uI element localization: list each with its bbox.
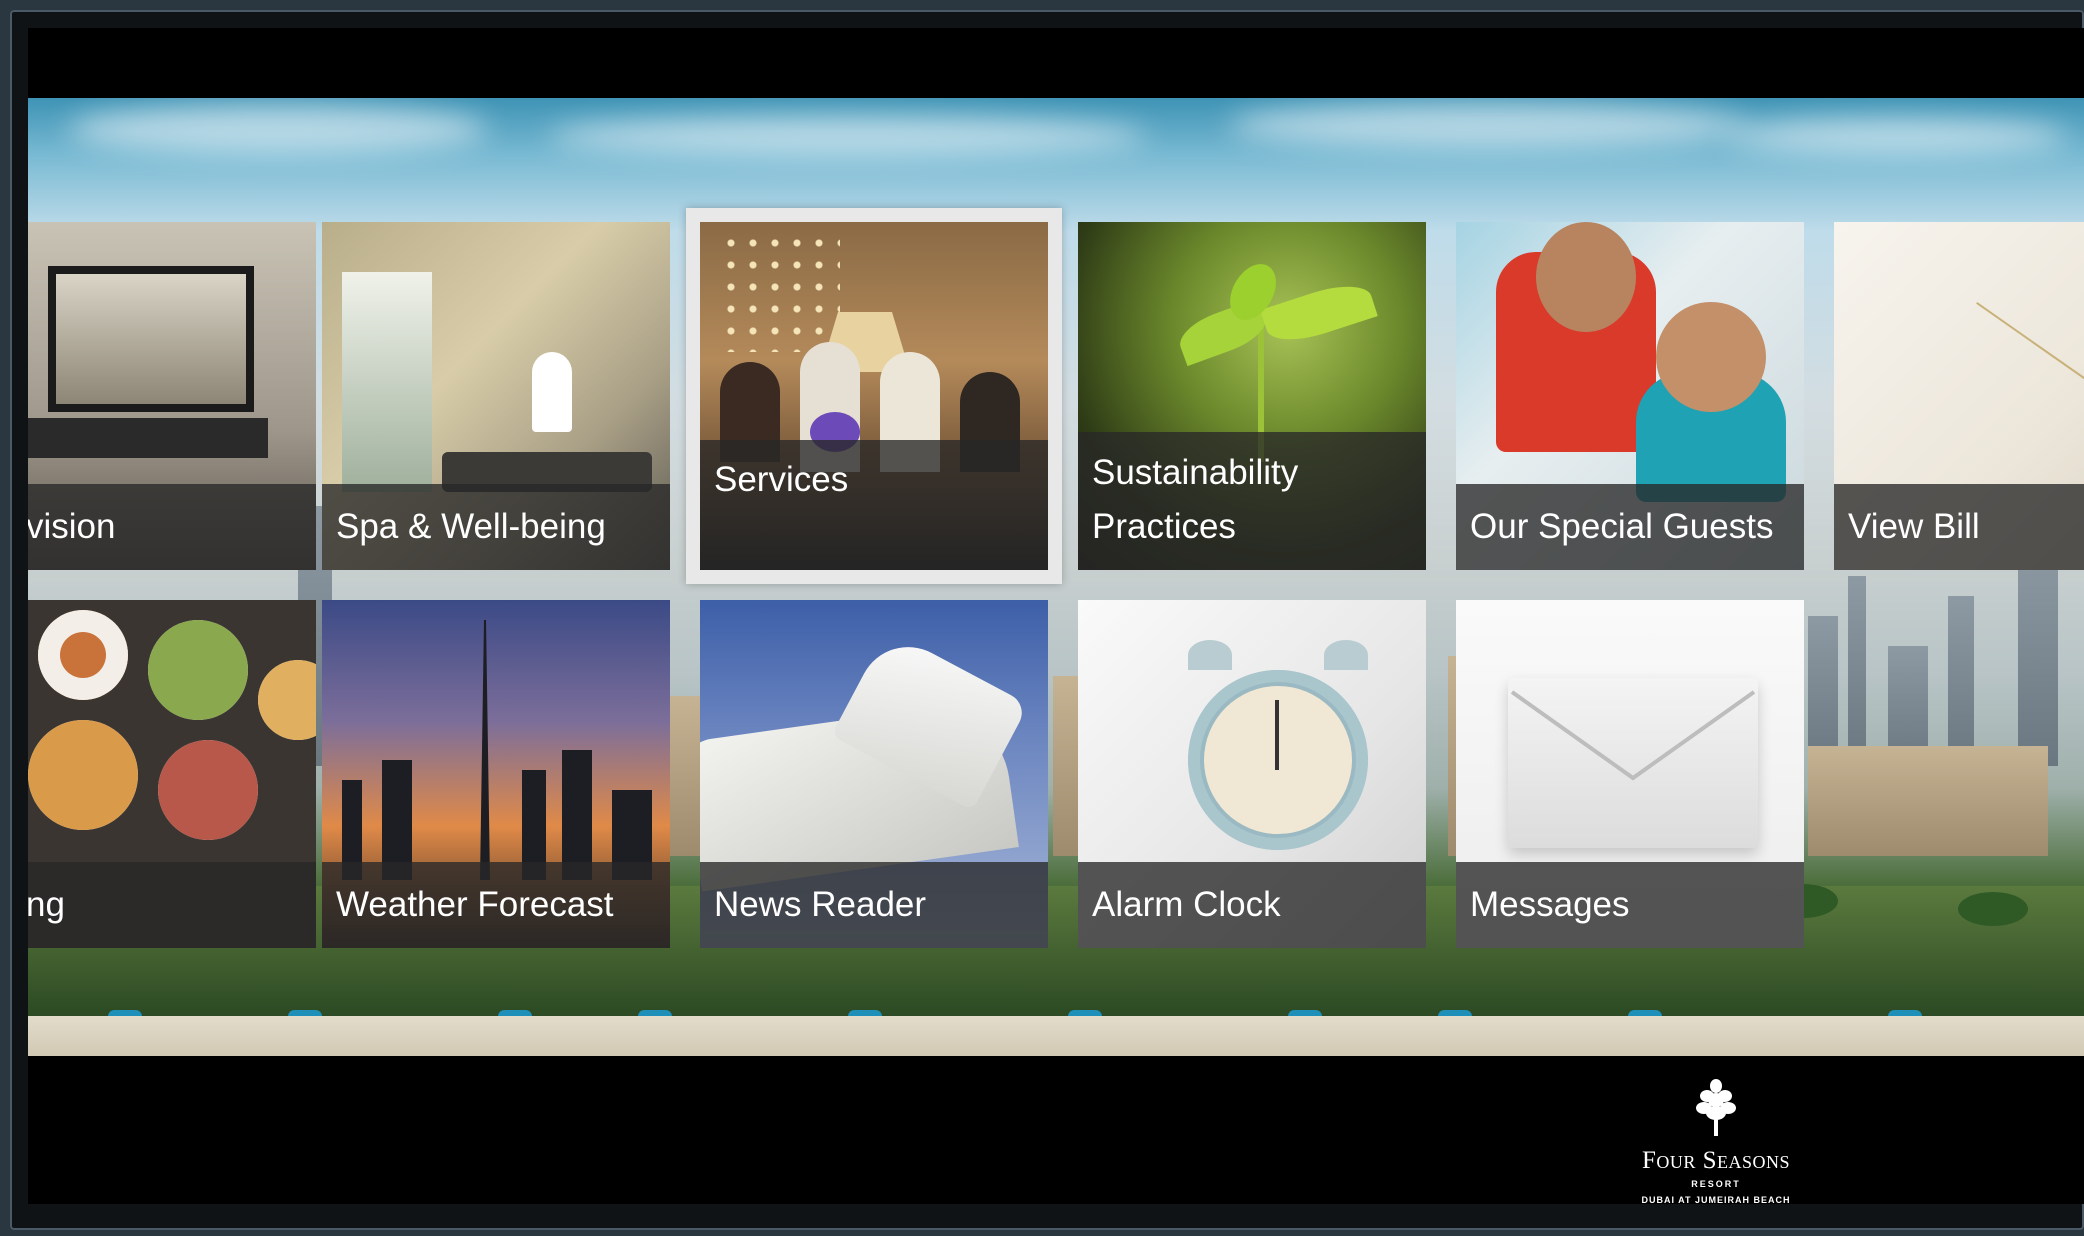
tile-television[interactable]: vision — [28, 222, 316, 570]
tile-alarm[interactable]: Alarm Clock — [1078, 600, 1426, 948]
logo-resort: RESORT — [1691, 1179, 1741, 1189]
tree-logo-icon — [1696, 1079, 1736, 1136]
chevron-left-icon[interactable]: ‹ — [780, 1038, 797, 1056]
tile-label: vision — [28, 484, 316, 570]
tile-label: Weather Forecast — [322, 862, 670, 948]
tile-label: News Reader — [700, 862, 1048, 948]
tile-weather[interactable]: Weather Forecast — [322, 600, 670, 948]
tile-special-guests[interactable]: Our Special Guests — [1456, 222, 1804, 570]
logo-brand: Four Seasons — [1641, 1147, 1791, 1174]
tile-label: ng — [28, 862, 316, 948]
tile-label: Our Special Guests — [1456, 484, 1804, 570]
tile-label: Alarm Clock — [1078, 862, 1426, 948]
tile-news[interactable]: News Reader — [700, 600, 1048, 948]
tile-label: View Bill — [1834, 484, 2084, 570]
tile-spa[interactable]: Spa & Well-being — [322, 222, 670, 570]
resort-background: vision Spa & Well-being Services Sustain… — [28, 98, 2084, 1056]
four-seasons-logo: Four Seasons RESORT DUBAI AT JUMEIRAH BE… — [1586, 1078, 1846, 1204]
tile-view-bill[interactable]: View Bill — [1834, 222, 2084, 570]
logo-location: DUBAI AT JUMEIRAH BEACH — [1641, 1195, 1791, 1204]
tile-label: Sustainability Practices — [1078, 432, 1426, 570]
chevron-right-icon[interactable]: › — [1320, 1038, 1337, 1056]
pagination: ‹ › — [28, 1038, 2084, 1056]
tile-label: Messages — [1456, 862, 1804, 948]
tile-dining[interactable]: ng — [28, 600, 316, 948]
tile-label: Services — [700, 440, 1048, 570]
tile-services[interactable]: Services — [700, 222, 1048, 570]
tv-screen: vision Spa & Well-being Services Sustain… — [28, 28, 2084, 1204]
tile-sustainability[interactable]: Sustainability Practices — [1078, 222, 1426, 570]
tile-label: Spa & Well-being — [322, 484, 670, 570]
tile-messages[interactable]: Messages — [1456, 600, 1804, 948]
